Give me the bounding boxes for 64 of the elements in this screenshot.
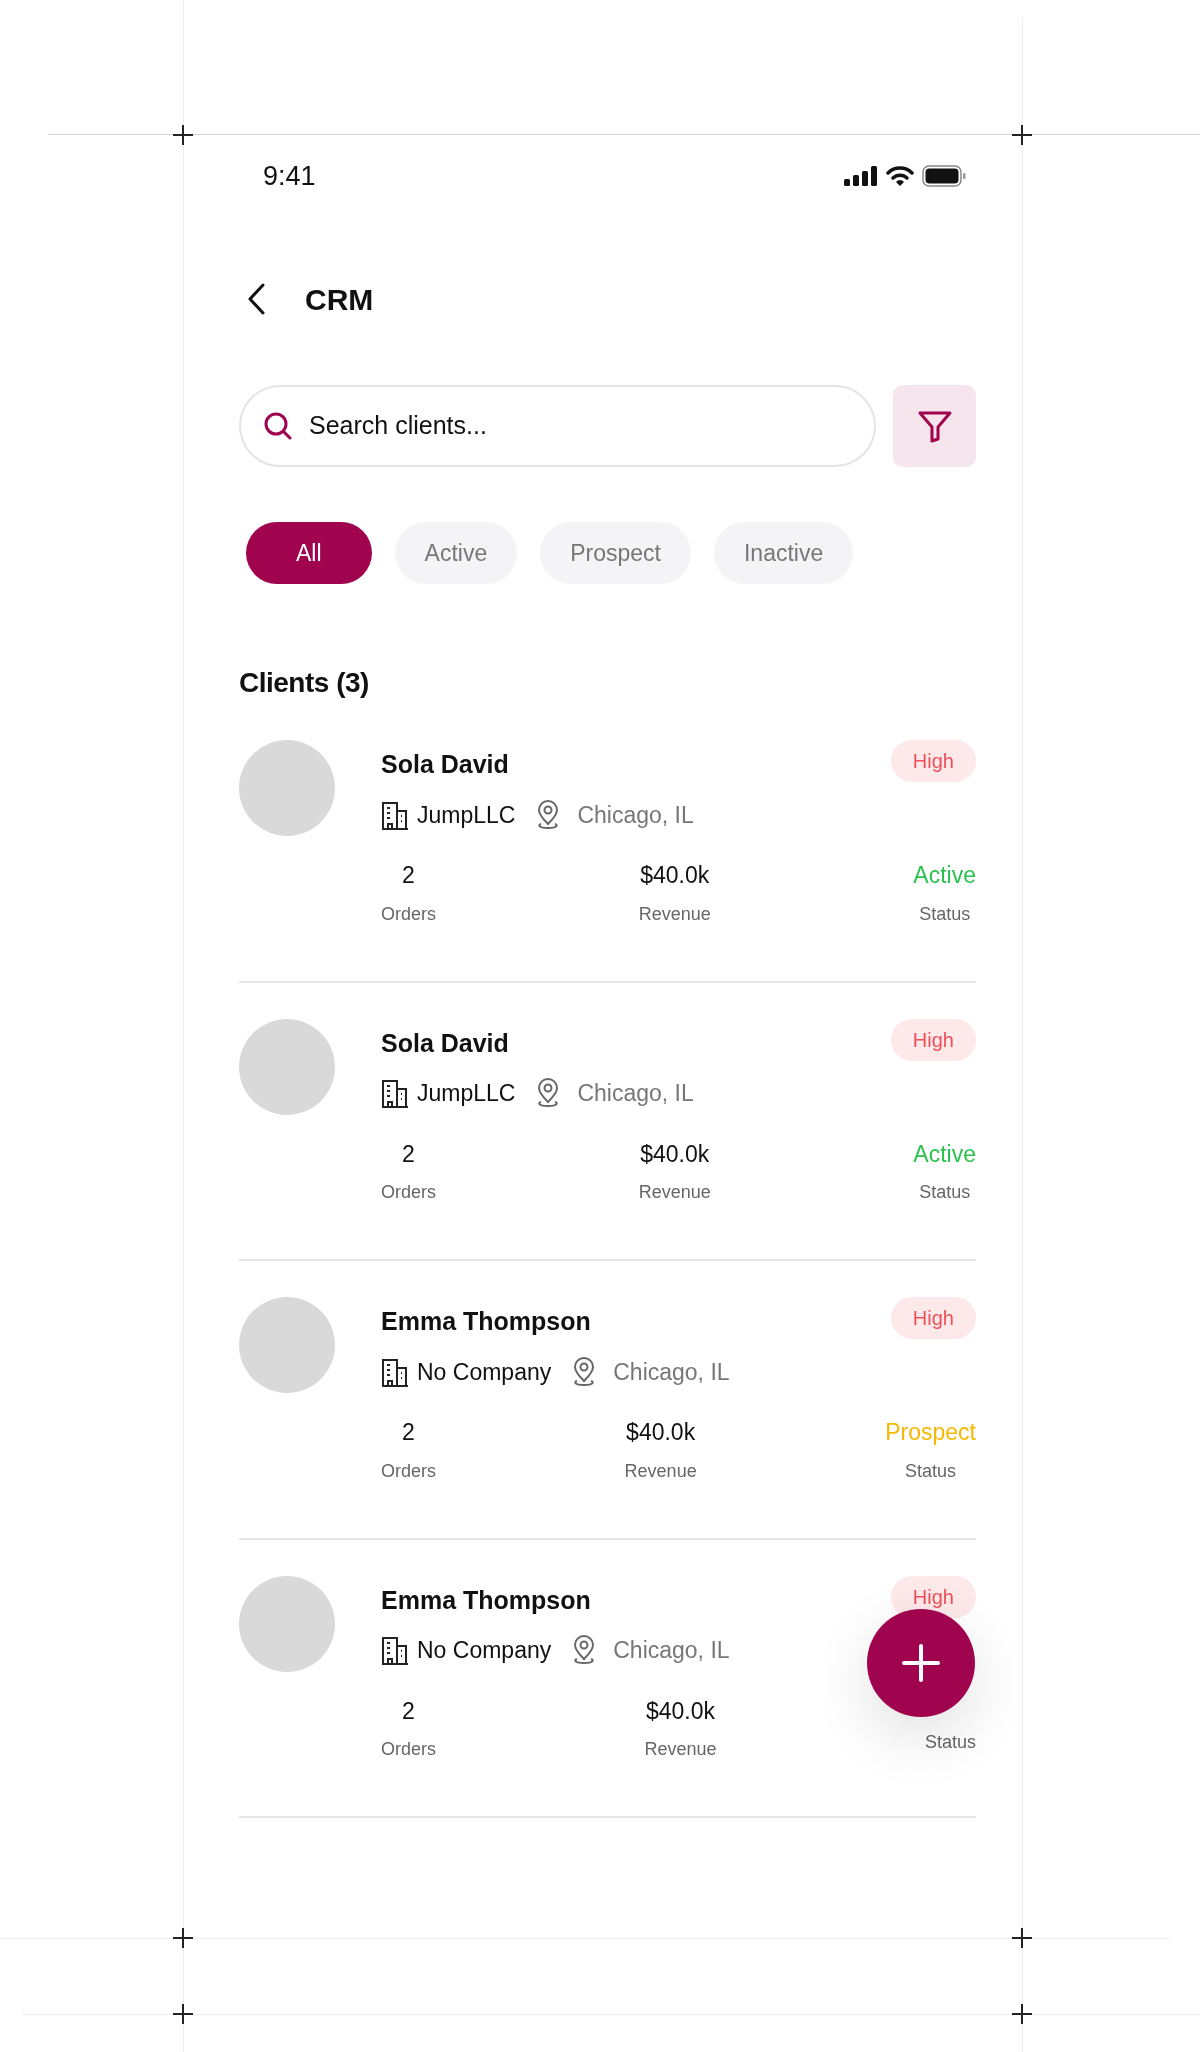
- client-name: Emma Thompson: [381, 1584, 591, 1616]
- status-label: Status: [924, 1730, 976, 1754]
- status-label: Status: [919, 1181, 971, 1204]
- client-location: Chicago, IL: [613, 1357, 730, 1387]
- revenue-value: $40.0k: [640, 1139, 710, 1169]
- crosshair-icon: [1012, 2004, 1032, 2024]
- revenue-value: $40.0k: [626, 1418, 696, 1447]
- search-input[interactable]: Search clients...: [309, 407, 874, 445]
- building-icon: [381, 799, 409, 830]
- signal-icon: [844, 166, 878, 186]
- client-location: Chicago, IL: [577, 800, 694, 830]
- orders-label: Orders: [381, 1459, 436, 1483]
- crosshair-icon: [173, 1928, 193, 1948]
- filter-chip[interactable]: Inactive: [713, 522, 854, 584]
- client-location: Chicago, IL: [577, 1079, 694, 1108]
- client-location: Chicago, IL: [613, 1636, 730, 1665]
- filter-chip[interactable]: Active: [394, 522, 518, 584]
- status-value: Prospect: [885, 1418, 976, 1447]
- revenue-label: Revenue: [638, 1181, 711, 1204]
- client-name: Sola David: [381, 749, 509, 780]
- company-name: No Company: [417, 1636, 552, 1665]
- wifi-icon: [886, 165, 914, 187]
- orders-count: 2: [402, 861, 415, 890]
- orders-label: Orders: [381, 902, 436, 926]
- status-value: Active: [913, 1139, 976, 1169]
- filter-chip[interactable]: Prospect: [540, 522, 691, 584]
- company-name: JumpLLC: [417, 800, 516, 830]
- revenue-label: Revenue: [638, 902, 711, 926]
- status-time: 9:41: [263, 159, 316, 193]
- crosshair-icon: [1012, 1928, 1032, 1948]
- company-name: JumpLLC: [417, 1079, 516, 1108]
- search-icon: [263, 411, 293, 441]
- revenue-label: Revenue: [644, 1738, 717, 1761]
- client-name: Emma Thompson: [381, 1306, 591, 1337]
- revenue-label: Revenue: [624, 1459, 697, 1483]
- crosshair-icon: [173, 125, 193, 145]
- crosshair-icon: [173, 2004, 193, 2024]
- orders-label: Orders: [381, 1738, 436, 1761]
- orders-count: 2: [402, 1418, 415, 1447]
- client-name: Sola David: [381, 1027, 509, 1059]
- revenue-value: $40.0k: [645, 1696, 715, 1726]
- building-icon: [381, 1635, 409, 1666]
- filter-chip[interactable]: All: [246, 522, 372, 584]
- battery-icon: [922, 165, 966, 187]
- company-name: No Company: [417, 1357, 552, 1387]
- search-field[interactable]: Search clients...: [239, 385, 876, 467]
- orders-label: Orders: [381, 1181, 436, 1204]
- building-icon: [381, 1078, 409, 1109]
- crosshair-icon: [1012, 125, 1032, 145]
- priority-badge: High: [890, 1018, 976, 1061]
- plus-icon: [901, 1643, 941, 1683]
- orders-count: 2: [402, 1696, 415, 1726]
- back-icon[interactable]: [247, 283, 265, 315]
- status-value: Active: [913, 861, 976, 890]
- revenue-value: $40.0k: [640, 861, 710, 890]
- filter-button[interactable]: [893, 385, 976, 467]
- status-label: Status: [919, 902, 971, 926]
- page-title: CRM: [305, 281, 374, 318]
- priority-badge: High: [890, 740, 976, 782]
- priority-badge: High: [890, 1297, 976, 1339]
- status-label: Status: [905, 1459, 957, 1483]
- orders-count: 2: [402, 1139, 415, 1169]
- section-title: Clients (3): [239, 666, 370, 700]
- building-icon: [381, 1356, 409, 1387]
